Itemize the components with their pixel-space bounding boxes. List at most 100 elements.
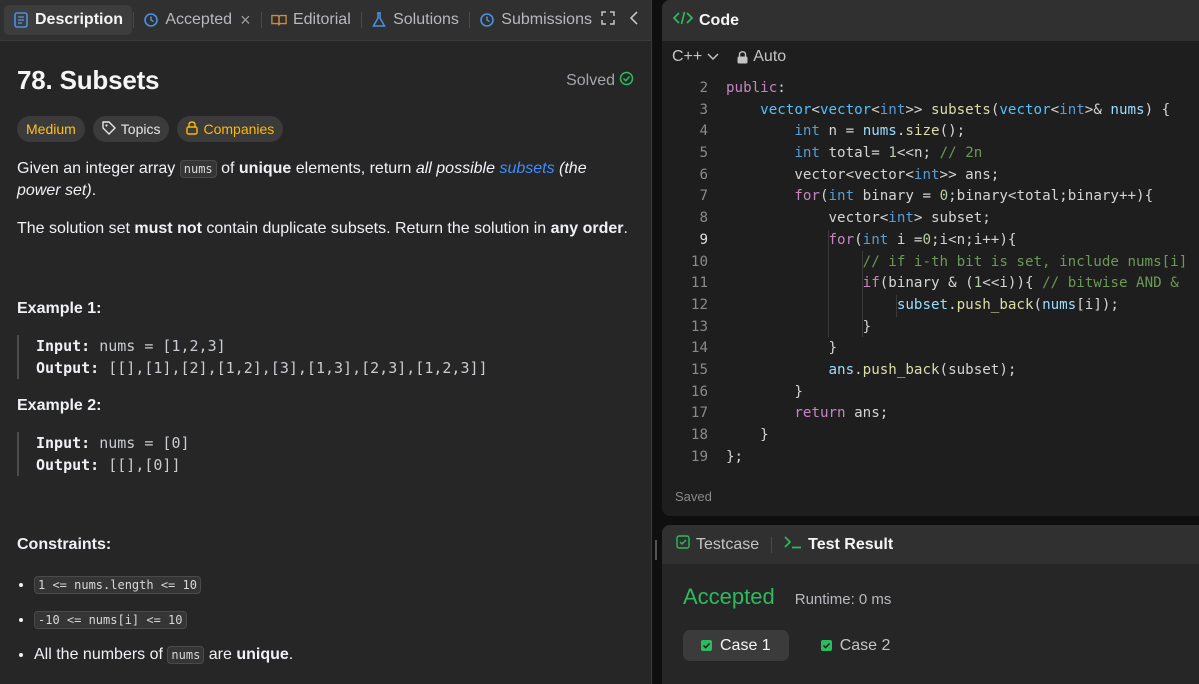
constraint-text: All the numbers of <box>34 646 168 663</box>
fullscreen-icon[interactable] <box>601 10 615 30</box>
tab-editorial[interactable]: Editorial <box>262 5 360 35</box>
constraint-code: nums <box>167 646 205 664</box>
line-number: 5 <box>699 145 708 162</box>
statement-text: Given an integer array <box>17 160 180 177</box>
statement-text: elements, return <box>291 160 416 177</box>
note-text: contain duplicate subsets. Return the so… <box>201 220 551 237</box>
panel-tools <box>601 10 651 30</box>
subsets-link[interactable]: subsets <box>499 160 554 177</box>
case-1-tab[interactable]: Case 1 <box>683 630 789 661</box>
example-2-block: Input: nums = [0] Output: [[],[0]] <box>17 432 634 476</box>
companies-tag[interactable]: Companies <box>177 116 284 142</box>
document-icon <box>13 12 29 28</box>
example-1-input: Input: nums = [1,2,3] <box>36 335 634 357</box>
history-icon <box>479 12 495 28</box>
runtime-text: Runtime: 0 ms <box>794 591 892 608</box>
line-number: 12 <box>690 296 708 313</box>
tab-description[interactable]: Description <box>4 5 133 35</box>
topics-label: Topics <box>120 121 161 137</box>
statement-text: . <box>91 182 97 199</box>
tab-testcase[interactable]: Testcase <box>676 535 759 554</box>
tab-submissions[interactable]: Submissions <box>470 5 601 35</box>
line-number: 16 <box>690 383 708 400</box>
problem-title: 78. Subsets <box>17 65 160 95</box>
input-label: Input: <box>36 434 91 452</box>
note-text: . <box>623 220 628 237</box>
tab-description-label: Description <box>35 11 124 28</box>
note-bold: must not <box>134 220 202 237</box>
companies-label: Companies <box>203 121 275 137</box>
statement-bold: unique <box>238 160 292 177</box>
constraints-list: 1 <= nums.length <= 10 -10 <= nums[i] <=… <box>17 574 634 666</box>
tab-submissions-label: Submissions <box>501 11 592 28</box>
language-select[interactable]: C++ <box>672 48 719 66</box>
constraint-text: are <box>204 646 237 663</box>
flask-icon <box>371 12 387 28</box>
language-value: C++ <box>672 48 703 65</box>
code-line: 19}; <box>662 447 1199 469</box>
constraint-item: 1 <= nums.length <= 10 <box>34 574 634 596</box>
line-number: 11 <box>690 275 708 292</box>
indent-guide <box>896 295 897 317</box>
note-bold: any order <box>550 220 624 237</box>
code-line: 2 public: <box>662 78 1199 100</box>
code-line: 11 if(binary & (1<<i)){ // bitwise AND & <box>662 273 1199 295</box>
constraint-code: 1 <= nums.length <= 10 <box>34 576 201 594</box>
code-panel: Code C++ Auto 2 public: 3 vector<vector<i… <box>662 0 1199 516</box>
case-2-tab[interactable]: Case 2 <box>803 630 909 661</box>
test-tabbar: Testcase Test Result <box>662 525 1199 564</box>
indent-guide <box>828 230 829 337</box>
example-1-block: Input: nums = [1,2,3] Output: [[],[1],[2… <box>17 335 634 379</box>
lock-icon <box>186 120 199 138</box>
result-status: Accepted <box>683 584 775 609</box>
code-line: 15 ans.push_back(subset); <box>662 360 1199 382</box>
check-circle-icon <box>619 71 634 91</box>
line-number: 6 <box>699 166 708 183</box>
resize-handle[interactable] <box>655 540 657 560</box>
terminal-icon <box>784 535 802 554</box>
line-number: 4 <box>699 123 708 140</box>
case-1-label: Case 1 <box>720 636 771 654</box>
code-editor[interactable]: 2 public: 3 vector<vector<int>> subsets(v… <box>662 78 1199 468</box>
code-line: 3 vector<vector<int>> subsets(vector<int… <box>662 100 1199 122</box>
check-icon <box>820 640 832 651</box>
topics-tag[interactable]: Topics <box>92 116 170 142</box>
tab-accepted[interactable]: Accepted × <box>134 5 259 35</box>
example-2-input: Input: nums = [0] <box>36 432 634 454</box>
testcase-label: Testcase <box>696 535 760 553</box>
code-icon <box>672 11 694 30</box>
code-line: 12 subset.push_back(nums[i]); <box>662 295 1199 317</box>
result-summary: Accepted Runtime: 0 ms <box>662 584 1199 610</box>
output-value: [[],[1],[2],[1,2],[3],[1,3],[2,3],[1,2,3… <box>99 359 488 377</box>
chevron-down-icon <box>707 53 719 61</box>
code-title: Code <box>699 11 739 29</box>
tab-test-result[interactable]: Test Result <box>784 535 893 554</box>
example-2-output: Output: [[],[0]] <box>36 454 634 476</box>
tag-row: Medium Topics Companies <box>17 116 634 142</box>
code-line: 18 } <box>662 425 1199 447</box>
code-toolbar: C++ Auto <box>662 41 1199 73</box>
mode-select[interactable]: Auto <box>737 48 786 66</box>
line-number: 14 <box>690 340 708 357</box>
code-line: 8 vector<int> subset; <box>662 208 1199 230</box>
line-number: 18 <box>690 427 708 443</box>
tab-solutions-label: Solutions <box>393 11 459 28</box>
code-line: 9 for(int i =0;i<n;i++){ <box>662 230 1199 252</box>
code-line: 6 vector<vector<int>> ans; <box>662 165 1199 187</box>
line-number: 3 <box>699 101 708 118</box>
line-number: 2 <box>699 80 708 96</box>
code-line: 7 for(int binary = 0;binary<total;binary… <box>662 186 1199 208</box>
tab-solutions[interactable]: Solutions <box>362 5 468 35</box>
tab-accepted-label: Accepted <box>165 11 233 28</box>
line-number: 15 <box>690 361 708 378</box>
chevron-left-icon[interactable] <box>629 10 639 30</box>
solved-label: Solved <box>566 71 615 89</box>
code-line: 4 int n = nums.size(); <box>662 121 1199 143</box>
constraints-title: Constraints: <box>17 536 112 553</box>
mode-value: Auto <box>753 48 787 65</box>
close-icon[interactable]: × <box>240 10 251 31</box>
difficulty-badge: Medium <box>17 116 85 142</box>
saved-status: Saved <box>675 489 712 504</box>
line-number: 10 <box>690 253 708 270</box>
code-line: 5 int total= 1<<n; // 2n <box>662 143 1199 165</box>
